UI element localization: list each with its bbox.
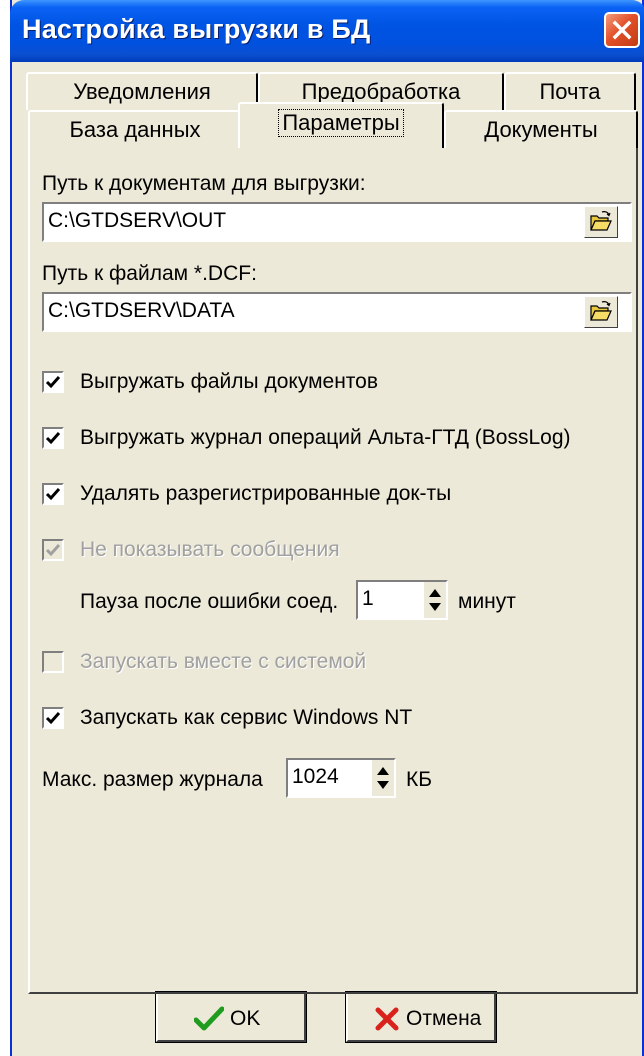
docs-browse-button[interactable] — [584, 206, 618, 238]
export-bosslog-label: Выгружать журнал операций Альта-ГТД (Bos… — [80, 426, 571, 449]
log-size-spin-buttons[interactable] — [372, 760, 394, 796]
tab-mail[interactable]: Почта — [504, 72, 636, 110]
checkmark-icon — [45, 544, 61, 557]
export-doc-files-checkbox[interactable] — [42, 371, 64, 393]
window-title: Настройка выгрузки в БД — [22, 14, 371, 44]
cancel-button-label: Отмена — [406, 1007, 482, 1030]
pause-spinner[interactable]: 1 — [356, 580, 448, 620]
checkmark-icon — [45, 432, 61, 445]
pause-value: 1 — [362, 587, 374, 610]
log-size-spinner[interactable]: 1024 — [286, 758, 396, 798]
docs-path-label: Путь к документам для выгрузки: — [42, 172, 366, 195]
checkmark-icon — [194, 1006, 224, 1031]
hide-messages-label: Не показывать сообщения — [80, 538, 340, 561]
tab-documents-label: Документы — [484, 117, 598, 142]
log-size-value: 1024 — [292, 765, 339, 788]
run-as-service-label: Запускать как сервис Windows NT — [80, 706, 413, 729]
ok-button-label: OK — [230, 1007, 261, 1030]
dcf-path-input[interactable]: C:\GTDSERV\DATA — [42, 292, 632, 332]
settings-dialog: Настройка выгрузки в БД Уведомления Пред… — [10, 0, 644, 1056]
tab-notifications[interactable]: Уведомления — [26, 72, 258, 110]
spin-arrows-icon — [377, 767, 389, 789]
log-size-unit: КБ — [406, 768, 433, 791]
tab-parameters-label: Параметры — [278, 109, 404, 137]
delete-unregistered-checkbox[interactable] — [42, 483, 64, 505]
docs-path-value: C:\GTDSERV\OUT — [48, 209, 227, 232]
dcf-path-label: Путь к файлам *.DCF: — [42, 262, 257, 285]
export-bosslog-checkbox[interactable] — [42, 427, 64, 449]
parameters-panel: Путь к документам для выгрузки: C:\GTDSE… — [28, 146, 638, 994]
title-bar[interactable]: Настройка выгрузки в БД — [10, 0, 644, 62]
checkmark-icon — [45, 712, 61, 725]
pause-spin-buttons[interactable] — [424, 582, 446, 618]
tab-mail-label: Почта — [539, 79, 601, 104]
export-doc-files-label: Выгружать файлы документов — [80, 370, 379, 393]
dcf-path-value: C:\GTDSERV\DATA — [48, 299, 235, 322]
spin-arrows-icon — [429, 589, 441, 611]
close-button[interactable] — [604, 12, 640, 48]
tab-documents[interactable]: Документы — [444, 110, 638, 148]
ok-button[interactable]: OK — [155, 991, 307, 1043]
log-size-label: Макс. размер журнала — [42, 768, 263, 791]
close-icon — [612, 20, 632, 40]
tab-notifications-label: Уведомления — [73, 79, 211, 104]
autostart-label: Запускать вместе с системой — [80, 650, 367, 673]
cancel-button[interactable]: Отмена — [345, 991, 497, 1043]
open-folder-icon — [590, 211, 612, 231]
pause-label: Пауза после ошибки соед. — [80, 590, 339, 613]
open-folder-icon — [590, 301, 612, 321]
delete-unregistered-label: Удалять разрегистрированные док-ты — [80, 482, 452, 505]
red-x-icon — [375, 1007, 399, 1031]
run-as-service-checkbox[interactable] — [42, 707, 64, 729]
pause-unit: минут — [458, 590, 516, 613]
dcf-browse-button[interactable] — [584, 296, 618, 328]
checkmark-icon — [45, 376, 61, 389]
docs-path-input[interactable]: C:\GTDSERV\OUT — [42, 202, 632, 242]
tab-parameters[interactable]: Параметры — [238, 102, 444, 148]
hide-messages-checkbox — [42, 539, 64, 561]
tab-database[interactable]: База данных — [28, 110, 242, 148]
autostart-checkbox — [42, 651, 64, 673]
tab-database-label: База данных — [69, 117, 201, 142]
checkmark-icon — [45, 488, 61, 501]
